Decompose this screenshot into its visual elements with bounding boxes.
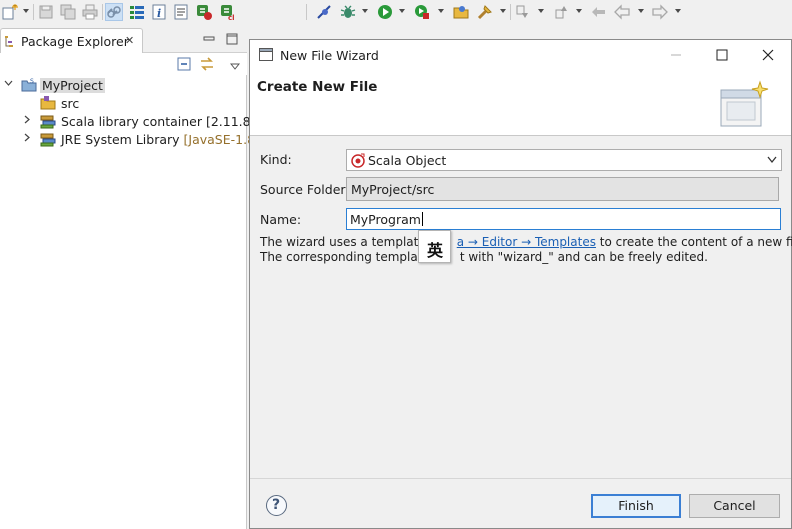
- maximize-icon: [716, 49, 728, 61]
- save-icon[interactable]: [38, 4, 54, 20]
- toggle-breadcrumb-icon[interactable]: [129, 4, 145, 20]
- name-input-value: MyProgram: [350, 212, 423, 227]
- package-explorer-view: Package Explorer ✕ S MyProject src Scala…: [0, 28, 260, 529]
- kind-select[interactable]: Scala Object: [346, 149, 782, 171]
- tab-label: Package Explorer: [21, 34, 129, 49]
- new-scala-element-icon[interactable]: cl: [220, 4, 236, 20]
- help-icon: ?: [272, 497, 281, 513]
- svg-text:S: S: [30, 78, 34, 85]
- finish-button[interactable]: Finish: [591, 494, 681, 518]
- tree-item-label: MyProject: [40, 78, 105, 93]
- tree-item-src[interactable]: src: [0, 94, 247, 112]
- explorer-tab-bar: Package Explorer ✕: [0, 28, 247, 53]
- search-dropdown[interactable]: [500, 9, 506, 13]
- dialog-titlebar[interactable]: New File Wizard: [250, 40, 791, 70]
- description-line-2: The corresponding template t with "wizard…: [260, 250, 708, 264]
- svg-text:cl: cl: [228, 14, 235, 20]
- debug-dropdown[interactable]: [362, 9, 368, 13]
- open-type-icon[interactable]: [453, 4, 469, 20]
- ime-mode-indicator[interactable]: 英: [418, 230, 451, 263]
- source-folder-field: MyProject/src: [346, 177, 779, 201]
- library-container-icon: [40, 115, 56, 129]
- skip-breakpoints-icon[interactable]: [316, 4, 332, 20]
- page-title: Create New File: [257, 79, 378, 95]
- explorer-view-toolbar: [0, 53, 247, 75]
- text-caret: [421, 212, 423, 226]
- print-icon[interactable]: [82, 4, 98, 20]
- source-folder-value: MyProject/src: [351, 182, 435, 197]
- wizard-banner: Create New File: [250, 70, 791, 136]
- previous-annotation-icon[interactable]: [553, 4, 569, 20]
- source-folder-label: Source Folder:: [260, 182, 350, 197]
- back-dropdown[interactable]: [638, 9, 644, 13]
- search-icon[interactable]: [477, 4, 493, 20]
- new-file-wizard-dialog: New File Wizard Create New File Kind: Sc…: [249, 39, 792, 529]
- toolbar-separator: [102, 4, 103, 20]
- chevron-down-icon: [767, 156, 777, 164]
- maximize-view-icon[interactable]: [225, 32, 239, 46]
- tree-item-label: Scala library container [2.11.8]: [61, 114, 256, 129]
- toolbar-separator: [33, 4, 34, 20]
- collapse-all-icon[interactable]: [177, 57, 191, 71]
- new-file-wizard-banner-icon: [720, 80, 769, 127]
- new-scala-project-icon[interactable]: [196, 4, 212, 20]
- kind-select-value: Scala Object: [368, 153, 447, 168]
- scala-object-icon: [351, 153, 365, 168]
- svg-text:i: i: [157, 7, 161, 20]
- link-with-editor-icon[interactable]: [105, 3, 123, 21]
- main-toolbar: i cl: [0, 0, 792, 26]
- templates-preference-link[interactable]: a → Editor → Templates: [457, 235, 596, 249]
- minimize-button[interactable]: [653, 40, 699, 70]
- footer-divider: [250, 478, 791, 479]
- next-annotation-dropdown[interactable]: [538, 9, 544, 13]
- project-icon: S: [21, 78, 37, 92]
- source-folder-icon: [40, 96, 56, 110]
- maximize-button[interactable]: [699, 40, 745, 70]
- minimize-icon: [671, 54, 681, 56]
- show-whitespace-icon[interactable]: [173, 4, 189, 20]
- run-dropdown[interactable]: [399, 9, 405, 13]
- save-all-icon[interactable]: [60, 4, 76, 20]
- forward-dropdown[interactable]: [675, 9, 681, 13]
- library-container-icon: [40, 133, 56, 147]
- kind-label: Kind:: [260, 152, 292, 167]
- javadoc-icon[interactable]: i: [151, 4, 167, 20]
- name-label: Name:: [260, 212, 302, 227]
- run-icon[interactable]: [377, 4, 393, 20]
- view-menu-icon[interactable]: [229, 60, 241, 70]
- dialog-title: New File Wizard: [280, 48, 379, 63]
- tree-item-label: JRE System Library [JavaSE-1.8]: [61, 132, 260, 147]
- package-explorer-icon: [5, 36, 13, 47]
- next-annotation-icon[interactable]: [514, 4, 530, 20]
- description-line-1: The wizard uses a template i a → Editor …: [260, 235, 792, 249]
- new-wizard-dropdown[interactable]: [23, 9, 29, 13]
- expand-chevron-icon[interactable]: [4, 79, 13, 88]
- name-input[interactable]: MyProgram: [346, 208, 781, 230]
- tab-package-explorer[interactable]: Package Explorer ✕: [0, 28, 143, 53]
- tree-item-jre-library[interactable]: JRE System Library [JavaSE-1.8]: [0, 130, 260, 148]
- previous-annotation-dropdown[interactable]: [576, 9, 582, 13]
- back-icon[interactable]: [614, 4, 630, 20]
- minimize-view-icon[interactable]: [202, 32, 216, 46]
- toolbar-separator: [306, 4, 307, 20]
- close-icon: [762, 49, 774, 61]
- tree-item-scala-library[interactable]: Scala library container [2.11.8]: [0, 112, 255, 130]
- collapse-chevron-icon[interactable]: [23, 115, 32, 124]
- collapse-chevron-icon[interactable]: [23, 133, 32, 142]
- cancel-button[interactable]: Cancel: [689, 494, 780, 518]
- tree-item-label: src: [61, 96, 80, 111]
- last-edit-icon[interactable]: [591, 4, 607, 20]
- debug-icon[interactable]: [340, 4, 356, 20]
- toolbar-separator: [510, 4, 511, 20]
- forward-icon[interactable]: [652, 4, 668, 20]
- help-button[interactable]: ?: [266, 495, 287, 516]
- tree-item-myproject[interactable]: S MyProject: [0, 76, 247, 94]
- close-icon[interactable]: ✕: [125, 34, 134, 47]
- window-app-icon: [259, 48, 273, 61]
- external-tools-icon[interactable]: [414, 4, 430, 20]
- close-button[interactable]: [745, 40, 791, 70]
- external-tools-dropdown[interactable]: [438, 9, 444, 13]
- link-editor-icon[interactable]: [199, 56, 215, 72]
- new-wizard-icon[interactable]: [2, 4, 18, 20]
